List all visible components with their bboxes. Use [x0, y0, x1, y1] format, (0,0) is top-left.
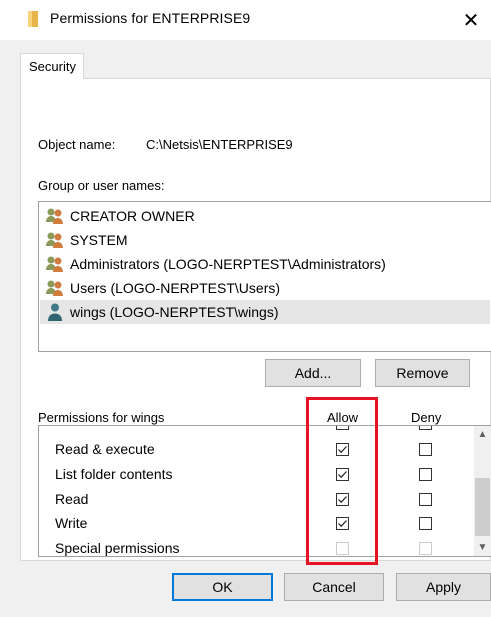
- list-item-label: CREATOR OWNER: [70, 208, 195, 224]
- allow-checkbox[interactable]: [336, 493, 349, 506]
- permission-row-write: Write: [39, 512, 472, 536]
- cancel-button[interactable]: Cancel: [284, 573, 384, 601]
- list-item-label: SYSTEM: [70, 232, 128, 248]
- object-name-value: C:\Netsis\ENTERPRISE9: [146, 137, 293, 152]
- permission-row-list-folder: List folder contents: [39, 463, 472, 487]
- scroll-thumb[interactable]: [475, 478, 490, 536]
- list-item-label: wings (LOGO-NERPTEST\wings): [70, 304, 279, 320]
- permissions-list[interactable]: Read & execute List folder contents Read: [38, 425, 491, 557]
- check-icon: [338, 520, 347, 528]
- list-item-users[interactable]: Users (LOGO-NERPTEST\Users): [45, 276, 280, 300]
- permission-row-partial: [39, 426, 472, 436]
- allow-checkbox: [336, 542, 349, 555]
- scroll-up-arrow-icon[interactable]: ▲: [474, 426, 491, 443]
- close-button[interactable]: ✕: [451, 0, 491, 40]
- list-item-wings[interactable]: wings (LOGO-NERPTEST\wings): [40, 300, 490, 324]
- check-icon: [338, 446, 347, 454]
- list-item-administrators[interactable]: Administrators (LOGO-NERPTEST\Administra…: [45, 252, 386, 276]
- permissions-label: Permissions for wings: [38, 410, 165, 425]
- group-names-label: Group or user names:: [38, 178, 165, 193]
- object-name-label: Object name:: [38, 137, 116, 152]
- group-user-list[interactable]: CREATOR OWNER SYSTEM Administrators (LOG…: [38, 201, 491, 352]
- add-button[interactable]: Add...: [265, 359, 361, 387]
- users-group-icon: [46, 256, 63, 272]
- permission-name: List folder contents: [55, 466, 173, 482]
- ok-button[interactable]: OK: [172, 573, 273, 601]
- window-title: Permissions for ENTERPRISE9: [50, 10, 251, 26]
- list-item-label: Users (LOGO-NERPTEST\Users): [70, 280, 281, 296]
- permission-name: Write: [55, 515, 88, 531]
- deny-checkbox[interactable]: [419, 493, 432, 506]
- allow-checkbox: [336, 426, 349, 430]
- deny-checkbox[interactable]: [419, 468, 432, 481]
- dialog-body: Security Object name: C:\Netsis\ENTERPRI…: [0, 40, 491, 617]
- check-icon: [338, 496, 347, 504]
- allow-checkbox[interactable]: [336, 443, 349, 456]
- permission-row-read: Read: [39, 488, 472, 512]
- security-tab-page: Object name: C:\Netsis\ENTERPRISE9 Group…: [20, 78, 491, 561]
- users-group-icon: [46, 208, 63, 224]
- folder-icon: [28, 11, 38, 27]
- deny-checkbox: [419, 542, 432, 555]
- close-icon: ✕: [462, 9, 480, 32]
- permission-name: Special permissions: [55, 540, 180, 556]
- permission-name: Read & execute: [55, 441, 155, 457]
- users-group-icon: [46, 232, 63, 248]
- title-bar: Permissions for ENTERPRISE9 ✕: [0, 0, 491, 40]
- permission-row-special: Special permissions: [39, 537, 472, 556]
- permission-row-read-execute: Read & execute: [39, 438, 472, 462]
- check-icon: [338, 471, 347, 479]
- list-item-label: Administrators (LOGO-NERPTEST\Administra…: [70, 256, 386, 272]
- deny-checkbox: [419, 426, 432, 430]
- users-group-icon: [46, 280, 63, 296]
- allow-column-header: Allow: [327, 410, 359, 425]
- list-item-system[interactable]: SYSTEM: [45, 228, 128, 252]
- deny-column-header: Deny: [411, 410, 442, 425]
- allow-checkbox[interactable]: [336, 468, 349, 481]
- list-item-creator-owner[interactable]: CREATOR OWNER: [45, 204, 195, 228]
- tab-security[interactable]: Security: [20, 53, 84, 79]
- remove-button[interactable]: Remove: [375, 359, 470, 387]
- deny-checkbox[interactable]: [419, 443, 432, 456]
- scroll-down-arrow-icon[interactable]: ▼: [474, 539, 491, 556]
- user-icon: [48, 303, 62, 321]
- deny-checkbox[interactable]: [419, 517, 432, 530]
- permissions-scrollbar[interactable]: ▲ ▼: [474, 426, 491, 556]
- permission-name: Read: [55, 491, 89, 507]
- allow-checkbox[interactable]: [336, 517, 349, 530]
- apply-button[interactable]: Apply: [396, 573, 491, 601]
